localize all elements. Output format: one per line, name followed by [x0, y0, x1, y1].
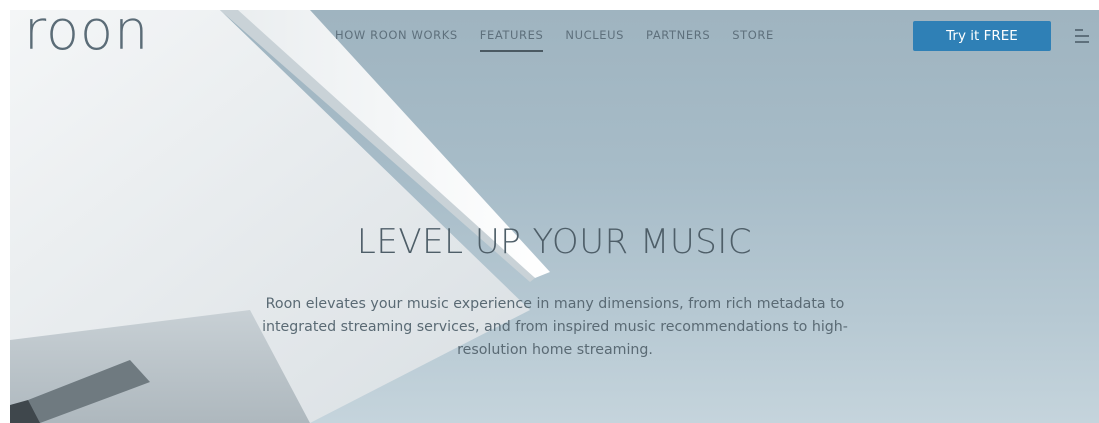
- hamburger-menu-icon[interactable]: [1071, 26, 1091, 46]
- nav-store[interactable]: STORE: [732, 28, 774, 52]
- nav-how-roon-works[interactable]: HOW ROON WORKS: [335, 28, 458, 52]
- hero-section: roon HOW ROON WORKS FEATURES NUCLEUS PAR…: [10, 10, 1099, 423]
- hero-subtitle: Roon elevates your music experience in m…: [262, 296, 848, 358]
- nav-features[interactable]: FEATURES: [479, 28, 544, 52]
- nav-partners[interactable]: PARTNERS: [646, 28, 710, 52]
- hero-title: LEVEL UP YOUR MUSIC: [356, 222, 753, 262]
- roon-logo[interactable]: roon: [24, 10, 149, 58]
- site-header: roon HOW ROON WORKS FEATURES NUCLEUS PAR…: [10, 10, 1099, 66]
- try-it-free-button[interactable]: Try it FREE: [913, 21, 1051, 51]
- nav-nucleus[interactable]: NUCLEUS: [565, 28, 624, 52]
- main-nav: HOW ROON WORKS FEATURES NUCLEUS PARTNERS…: [335, 28, 774, 52]
